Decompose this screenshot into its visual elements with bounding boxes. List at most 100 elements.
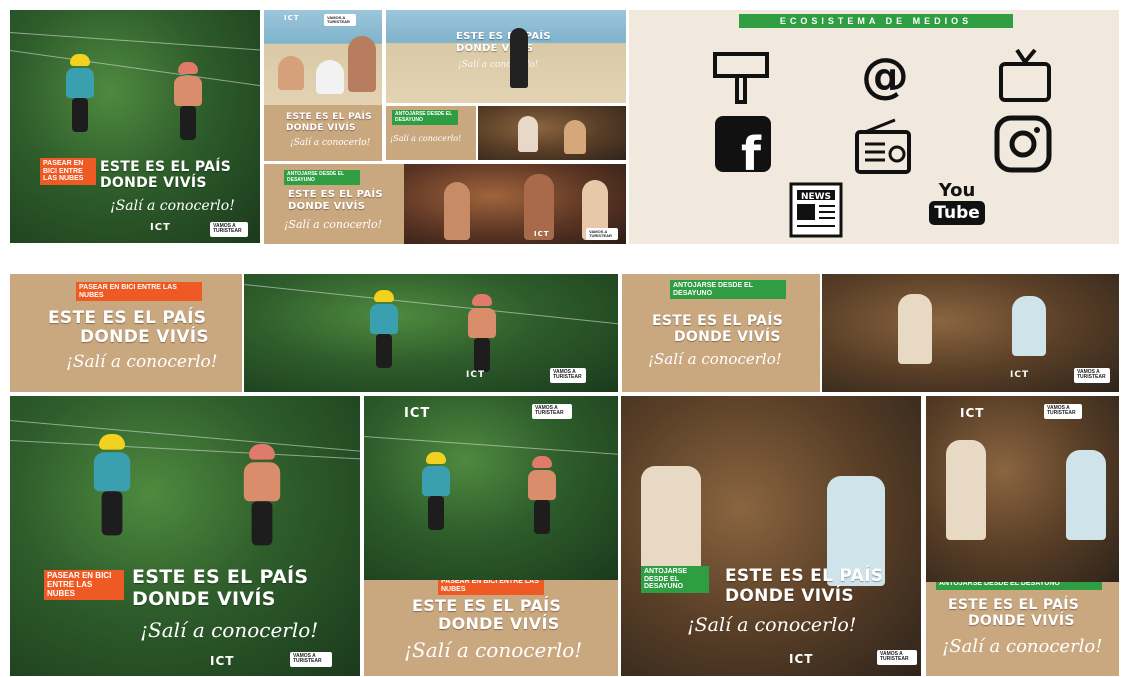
youtube-you: You	[938, 180, 976, 201]
banner-breakfast-caption: ANTOJARSE DESDE EL DESAYUNO ESTE ES EL P…	[622, 274, 820, 392]
cyclist-rider	[83, 434, 140, 538]
headline-line1: ESTE ES EL PAÍS	[725, 566, 884, 586]
tagline: ¡Salí a conocerlo!	[66, 352, 218, 372]
ict-logo: ICT	[960, 406, 985, 420]
poster-zipline-vertical: ICT VAMOS A TURISTEAR	[364, 396, 618, 580]
instagram-icon	[991, 114, 1055, 174]
ict-logo: ICT	[534, 230, 550, 238]
headline-line1: ESTE ES EL PAÍS	[48, 308, 207, 328]
photo-dance: ICT VAMOS A TURISTEAR	[404, 164, 626, 244]
person-figure	[564, 120, 586, 154]
headline-line1: ESTE ES EL PAÍS	[412, 596, 562, 615]
dancer-figure	[444, 182, 470, 240]
poster-breakfast-large: ANTOJARSE DESDE EL DESAYUNO ESTE ES EL P…	[621, 396, 921, 676]
tagline: ¡Salí a conocerlo!	[942, 636, 1103, 657]
ict-logo: ICT	[404, 406, 431, 421]
headline-line2: DONDE VIVÍS	[80, 327, 209, 347]
banner-zipline-caption: PASEAR EN BICI ENTRE LAS NUBES ESTE ES E…	[10, 274, 242, 392]
partner-logo: VAMOS A TURISTEAR	[586, 228, 618, 241]
partner-logo: VAMOS A TURISTEAR	[877, 650, 917, 665]
tagline: ¡Salí a conocerlo!	[110, 198, 235, 214]
poster-family-caption: ESTE ES EL PAÍS DONDE VIVÍS ¡Salí a cono…	[264, 105, 382, 161]
activity-tag: ANTOJARSE DESDE EL DESAYUNO	[392, 110, 458, 125]
photo-zipline-wide: ICT VAMOS A TURISTEAR	[244, 274, 618, 392]
news-label: NEWS	[801, 192, 831, 202]
partner-logo: VAMOS A TURISTEAR	[532, 404, 572, 419]
cyclist-rider	[58, 54, 102, 134]
ict-logo: ICT	[284, 14, 300, 22]
headline-line2: DONDE VIVÍS	[132, 588, 276, 610]
zipline-cable	[10, 32, 260, 52]
partner-logo: VAMOS A TURISTEAR	[324, 14, 356, 27]
cyclist-rider	[233, 444, 290, 548]
activity-tag: PASEAR EN BICI ENTRE LAS NUBES	[76, 282, 202, 302]
poster-breakfast-vertical-caption: ANTOJARSE DESDE EL DESAYUNO ESTE ES EL P…	[926, 582, 1119, 676]
media-ecosystem-panel: ECOSISTEMA DE MEDIOS @ f NEWS You Tube	[629, 10, 1119, 244]
billboard-icon	[709, 46, 773, 106]
headline-line1: ESTE ES EL PAÍS	[948, 597, 1080, 613]
headline-line2: DONDE VIVÍS	[100, 175, 207, 191]
ict-logo: ICT	[466, 370, 486, 380]
tagline: ¡Salí a conocerlo!	[390, 134, 462, 143]
headline-line2: DONDE VIVÍS	[674, 329, 781, 345]
activity-tag: ANTOJARSE DESDE EL DESAYUNO	[936, 582, 1102, 590]
ict-logo: ICT	[1010, 370, 1030, 380]
headline-line2: DONDE VIVÍS	[438, 614, 560, 633]
poster-breakfast-vertical: ICT VAMOS A TURISTEAR	[926, 396, 1119, 582]
activity-tag: ANTOJARSE DESDE EL DESAYUNO	[670, 280, 786, 300]
partner-logo: VAMOS A TURISTEAR	[1044, 404, 1082, 419]
photo-market	[478, 106, 626, 160]
activity-tag: PASEAR EN BICI ENTRE LAS NUBES	[438, 580, 544, 596]
cyclist-rider	[166, 62, 210, 142]
partner-logo: VAMOS A TURISTEAR	[550, 368, 586, 383]
zipline-cable	[10, 420, 360, 453]
zipline-cable	[364, 436, 618, 456]
youtube-icon: You Tube	[929, 182, 985, 238]
child-figure	[278, 56, 304, 90]
zipline-cable	[244, 284, 618, 325]
tagline: ¡Salí a conocerlo!	[290, 138, 371, 148]
poster-zipline-vertical-caption: PASEAR EN BICI ENTRE LAS NUBES ESTE ES E…	[364, 580, 618, 676]
photo-runner-beach: ESTE ES EL PAÍS DONDE VIVÍS ¡Salí a cono…	[386, 10, 626, 103]
facebook-letter: f	[741, 127, 762, 174]
headline-line1: ESTE ES EL PAÍS	[286, 112, 372, 122]
person-figure	[946, 440, 986, 540]
cyclist-rider	[414, 452, 458, 532]
newspaper-icon: NEWS	[785, 180, 849, 240]
activity-tag: PASEAR EN BICI ENTRE LAS NUBES	[40, 158, 96, 186]
activity-tag: ANTOJARSE DESDE EL DESAYUNO	[284, 170, 360, 185]
tagline: ¡Salí a conocerlo!	[687, 614, 857, 636]
poster-zipline-top: PASEAR EN BICI ENTRE LAS NUBES ESTE ES E…	[10, 10, 260, 243]
activity-tag: PASEAR EN BICI ENTRE LAS NUBES	[44, 570, 124, 601]
person-figure	[518, 116, 538, 152]
headline-line2: DONDE VIVÍS	[725, 586, 854, 606]
adult-figure	[348, 36, 376, 92]
tagline: ¡Salí a conocerlo!	[284, 218, 383, 231]
person-figure	[898, 294, 932, 364]
runner-figure	[510, 28, 528, 88]
photo-breakfast-wide: ICT VAMOS A TURISTEAR	[822, 274, 1119, 392]
person-figure	[641, 466, 701, 576]
ict-logo: ICT	[210, 654, 235, 668]
zipline-cable	[10, 440, 360, 460]
tagline: ¡Salí a conocerlo!	[140, 618, 319, 642]
headline-line1: ESTE ES EL PAÍS	[288, 189, 383, 200]
tagline: ¡Salí a conocerlo!	[404, 638, 583, 662]
headline-line2: DONDE VIVÍS	[286, 123, 356, 133]
poster-market-caption: ANTOJARSE DESDE EL DESAYUNO ¡Salí a cono…	[386, 106, 476, 160]
at-icon: @	[853, 46, 917, 106]
ict-logo: ICT	[789, 652, 814, 666]
headline-line1: ESTE ES EL PAÍS	[652, 313, 784, 329]
headline-line1: ESTE ES EL PAÍS	[132, 566, 309, 588]
facebook-icon: f	[711, 114, 775, 181]
media-ecosystem-title: ECOSISTEMA DE MEDIOS	[739, 14, 1013, 28]
youtube-tube: Tube	[929, 201, 985, 225]
cyclist-rider	[460, 294, 504, 374]
poster-dance-caption: ANTOJARSE DESDE EL DESAYUNO ESTE ES EL P…	[264, 164, 404, 244]
person-figure	[1066, 450, 1106, 540]
partner-logo: VAMOS A TURISTEAR	[210, 222, 248, 237]
poster-zipline-large: PASEAR EN BICI ENTRE LAS NUBES ESTE ES E…	[10, 396, 360, 676]
headline-line2: DONDE VIVÍS	[968, 613, 1075, 629]
at-symbol: @	[861, 48, 909, 104]
cyclist-rider	[520, 456, 564, 536]
